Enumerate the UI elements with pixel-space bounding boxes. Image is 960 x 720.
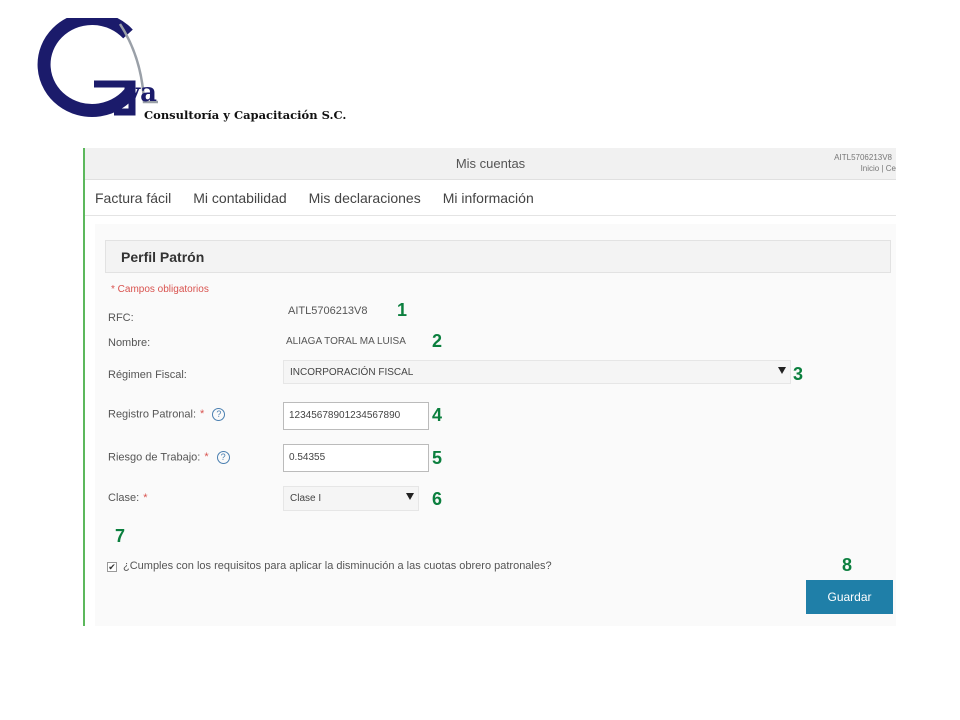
- callout-7: 7: [115, 526, 126, 546]
- regimen-select[interactable]: INCORPORACIÓN FISCAL: [283, 360, 791, 384]
- help-icon[interactable]: ?: [212, 408, 226, 421]
- required-star: *: [200, 408, 205, 421]
- form-area: Perfil Patrón * Campos obligatorios RFC:…: [95, 224, 896, 626]
- clase-label: Clase: *: [108, 492, 147, 504]
- save-button[interactable]: Guardar: [806, 580, 893, 614]
- clase-label-text: Clase:: [108, 492, 140, 504]
- registro-label: Registro Patronal: *?: [108, 408, 226, 421]
- callout-8: 8: [842, 555, 853, 575]
- riesgo-trabajo-input[interactable]: 0.54355: [283, 444, 429, 472]
- nombre-label: Nombre:: [108, 337, 151, 349]
- callout-2: 2: [432, 331, 443, 351]
- help-icon[interactable]: ?: [216, 451, 230, 464]
- user-rfc: AITL5706213V8: [834, 153, 892, 162]
- required-star: *: [204, 451, 209, 464]
- required-fields-note: * Campos obligatorios: [111, 284, 209, 295]
- top-links[interactable]: Inicio | Ce: [861, 164, 896, 173]
- callout-4: 4: [432, 405, 443, 425]
- chevron-down-icon: [778, 367, 786, 374]
- nav-mis-declaraciones[interactable]: Mis declaraciones: [309, 190, 421, 206]
- regimen-selected: INCORPORACIÓN FISCAL: [290, 367, 414, 378]
- page-title: Mis cuentas: [455, 156, 526, 171]
- nav-mi-contabilidad[interactable]: Mi contabilidad: [193, 190, 286, 206]
- nav-factura-facil[interactable]: Factura fácil: [95, 190, 171, 206]
- registro-label-text: Registro Patronal:: [108, 408, 197, 421]
- registro-patronal-input[interactable]: 12345678901234567890: [283, 402, 429, 430]
- regimen-label: Régimen Fiscal:: [108, 369, 187, 381]
- chevron-down-icon: [406, 493, 414, 500]
- panel-header: Perfil Patrón: [105, 240, 891, 273]
- company-logo: va Consultoría y Capacitación S.C.: [28, 18, 373, 128]
- callout-6: 6: [432, 489, 443, 509]
- clase-selected: Clase I: [290, 493, 322, 504]
- callout-5: 5: [432, 448, 443, 468]
- nombre-value: ALIAGA TORAL MA LUISA: [286, 336, 406, 347]
- callout-1: 1: [397, 300, 408, 320]
- main-nav: Factura fácil Mi contabilidad Mis declar…: [85, 181, 896, 216]
- app-window: Mis cuentas AITL5706213V8 Inicio | Ce Fa…: [83, 148, 896, 626]
- riesgo-label-text: Riesgo de Trabajo:: [108, 451, 201, 464]
- rfc-value: AITL5706213V8: [288, 305, 368, 317]
- required-star: *: [143, 492, 148, 504]
- disminucion-label: ¿Cumples con los requisitos para aplicar…: [123, 560, 552, 572]
- logo-va-text: va: [125, 78, 157, 108]
- callout-3: 3: [793, 364, 804, 384]
- nav-mi-informacion[interactable]: Mi información: [443, 190, 534, 206]
- top-bar: Mis cuentas AITL5706213V8 Inicio | Ce: [85, 148, 896, 180]
- disminucion-checkbox[interactable]: ✔: [107, 562, 117, 572]
- rfc-label: RFC:: [108, 312, 134, 324]
- logo-caption: Consultoría y Capacitación S.C.: [144, 108, 347, 122]
- riesgo-label: Riesgo de Trabajo: *?: [108, 451, 230, 464]
- clase-select[interactable]: Clase I: [283, 486, 419, 511]
- form-title: Perfil Patrón: [121, 249, 205, 265]
